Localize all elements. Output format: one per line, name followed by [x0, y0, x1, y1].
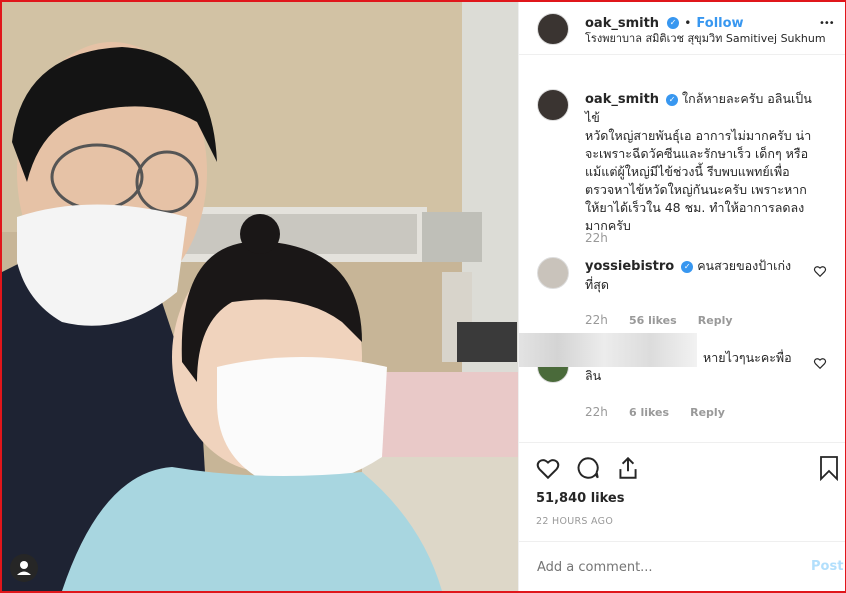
comment-input[interactable]	[535, 556, 789, 578]
post-actions: 51,840 likes 22 HOURS AGO	[519, 442, 845, 541]
caption-username[interactable]: oak_smith	[585, 92, 659, 107]
caption: oak_smith ✓ ใกล้หายละครับ อลินเป็นไข้ หว…	[585, 90, 825, 235]
comment: หายไวๆนะคะพื่อ ลิน	[585, 349, 807, 385]
comment-icon[interactable]	[575, 455, 601, 481]
comment-meta: 22h 6 likes Reply	[585, 401, 725, 420]
posted-time[interactable]: 22 HOURS AGO	[536, 516, 613, 527]
author-avatar[interactable]	[537, 13, 569, 45]
add-comment-bar: Post	[519, 541, 845, 592]
comment-line: ลิน	[585, 368, 602, 383]
caption-line: แม้แต่ผู้ใหญ่มีไข้ช่วงนี้ รีบพบแพทย์เพื่…	[585, 164, 790, 179]
like-comment-heart-icon[interactable]	[813, 264, 827, 278]
like-comment-heart-icon[interactable]	[813, 356, 827, 370]
bookmark-icon[interactable]	[817, 455, 841, 481]
comment-line: ที่สุด	[585, 277, 609, 292]
post-photo[interactable]	[2, 2, 518, 591]
location-link[interactable]: โรงพยาบาล สมิติเวช สุขุมวิท Samitivej Su…	[585, 29, 825, 47]
commenter-avatar[interactable]	[537, 257, 569, 289]
heart-icon[interactable]	[535, 455, 561, 481]
comment-username[interactable]: yossiebistro	[585, 259, 674, 274]
verified-badge-icon: ✓	[666, 93, 679, 106]
caption-line: หวัดใหญ่สายพันธุ์เอ อาการไม่มากครับ น่า	[585, 128, 812, 143]
reply-button[interactable]: Reply	[698, 314, 733, 327]
verified-badge-icon: ✓	[667, 16, 680, 29]
post-side-panel: oak_smith ✓ • Follow โรงพยาบาล สมิติเวช …	[518, 2, 845, 591]
caption-line: ให้ยาได้เร็วใน 48 ชม. ทำให้อาการลดลง	[585, 200, 805, 215]
post-comment-button[interactable]: Post	[811, 559, 843, 574]
photo-illustration	[2, 2, 518, 591]
user-tag-icon[interactable]	[10, 554, 38, 582]
likes-count[interactable]: 51,840 likes	[536, 491, 624, 506]
dot-separator: •	[684, 16, 692, 30]
comment-timestamp[interactable]: 22h	[585, 405, 608, 419]
comments-area[interactable]: oak_smith ✓ ใกล้หายละครับ อลินเป็นไข้ หว…	[519, 55, 845, 441]
share-icon[interactable]	[615, 455, 641, 481]
post-header: oak_smith ✓ • Follow โรงพยาบาล สมิติเวช …	[519, 2, 845, 55]
caption-timestamp[interactable]: 22h	[585, 231, 608, 245]
comment-meta: 22h 56 likes Reply	[585, 309, 733, 328]
reply-button[interactable]: Reply	[690, 406, 725, 419]
verified-badge-icon: ✓	[681, 260, 694, 273]
comment-line: คนสวยของป้าเก่ง	[697, 258, 792, 273]
comment: yossiebistro ✓ คนสวยของป้าเก่ง ที่สุด	[585, 257, 807, 294]
caption-line: จะเพราะฉีดวัคซีนและรักษาเร็ว เด็กๆ หรือ	[585, 146, 809, 161]
author-avatar[interactable]	[537, 89, 569, 121]
comment-line: หายไวๆนะคะพื่อ	[703, 350, 792, 365]
comment-likes[interactable]: 6 likes	[629, 406, 669, 419]
comment-timestamp[interactable]: 22h	[585, 313, 608, 327]
caption-line: ตรวจหาไข้หวัดใหญ่กันนะครับ เพราะหาก	[585, 182, 807, 197]
comment-likes[interactable]: 56 likes	[629, 314, 677, 327]
caption-line: มากครับ	[585, 218, 631, 233]
more-options-icon[interactable]: •••	[819, 18, 835, 29]
